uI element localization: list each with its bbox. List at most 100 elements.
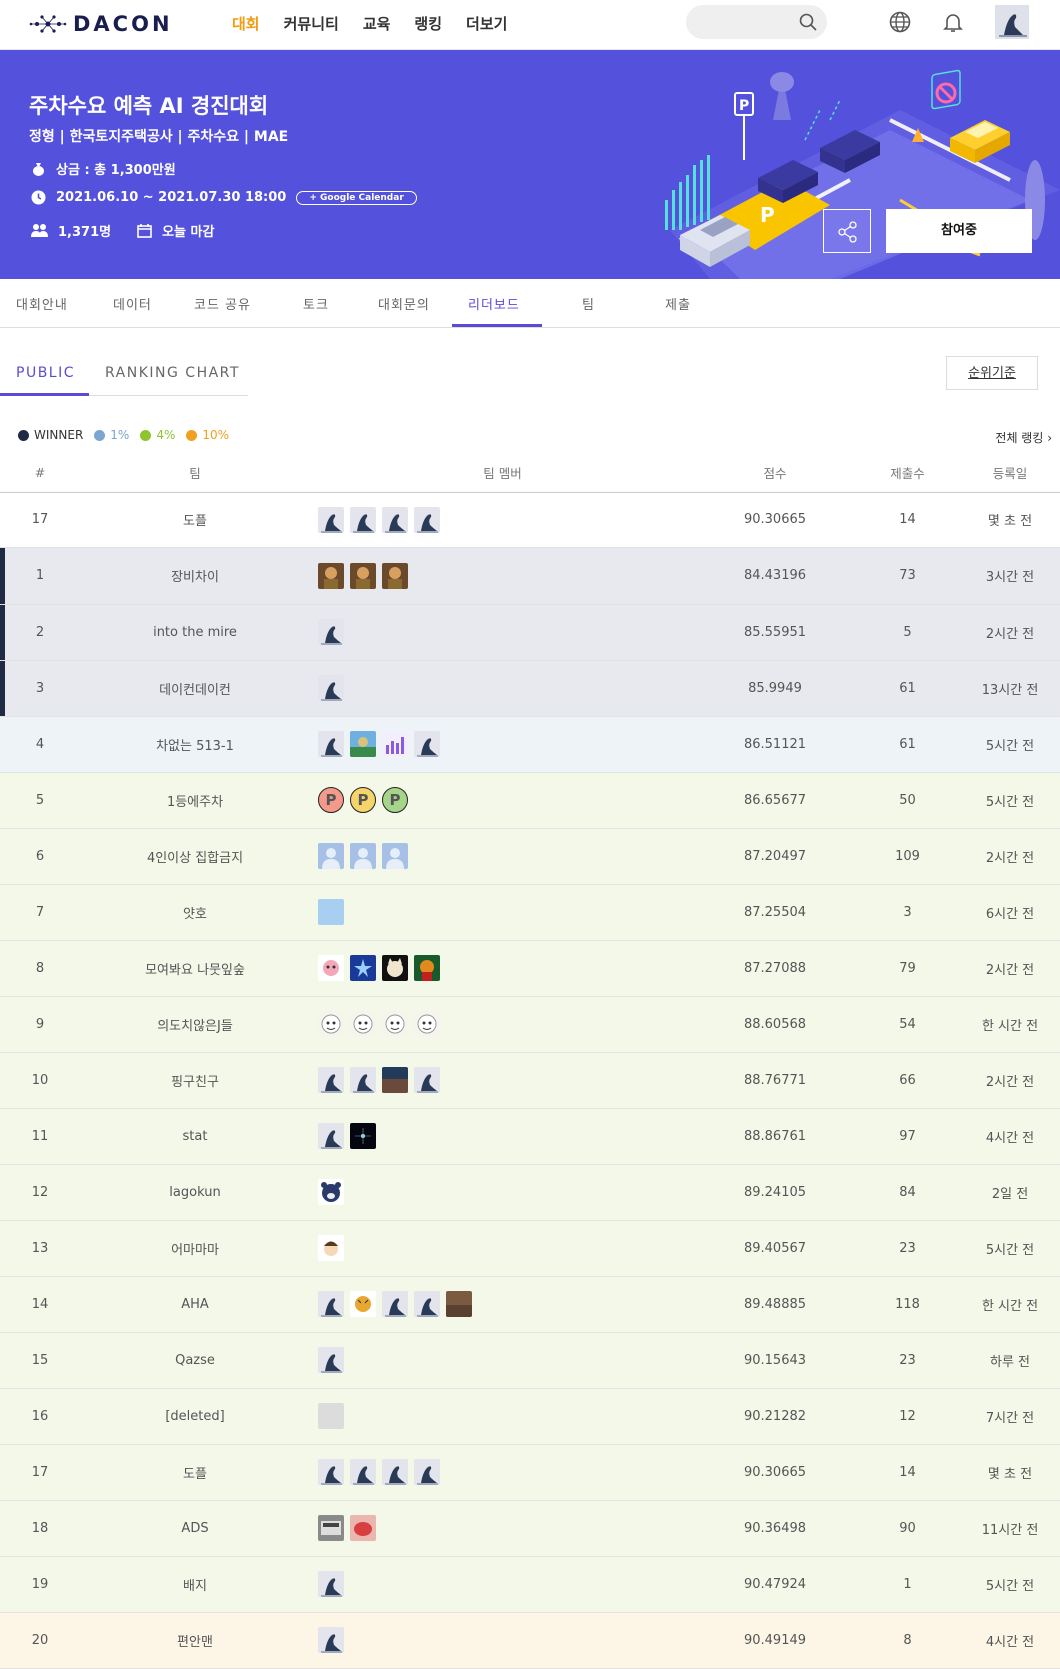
tab-item[interactable]: 팀 xyxy=(582,294,595,313)
member-avatar[interactable] xyxy=(318,843,344,869)
tab-item[interactable]: 데이터 xyxy=(113,294,152,313)
member-avatar[interactable] xyxy=(318,506,344,533)
table-row[interactable]: 16 [deleted] 90.21282 12 7시간 전 xyxy=(0,1388,1060,1445)
nav-menu-item[interactable]: 랭킹 xyxy=(414,13,442,34)
member-avatar[interactable] xyxy=(382,843,408,869)
team-name[interactable]: [deleted] xyxy=(80,1388,310,1445)
team-name[interactable]: 어마마마 xyxy=(80,1220,310,1277)
member-avatar[interactable] xyxy=(318,1571,344,1597)
member-avatar[interactable] xyxy=(318,1067,344,1093)
member-avatar[interactable] xyxy=(318,1291,344,1317)
table-row[interactable]: 14 AHA 89.48885 118 한 시간 전 xyxy=(0,1276,1060,1333)
table-row[interactable]: 13 어마마마 89.40567 23 5시간 전 xyxy=(0,1220,1060,1277)
table-row[interactable]: 2 into the mire 85.55951 5 2시간 전 xyxy=(0,604,1060,661)
share-button[interactable] xyxy=(823,209,871,253)
member-avatar[interactable] xyxy=(382,506,408,533)
member-avatar[interactable] xyxy=(318,955,344,981)
team-name[interactable]: 데이컨데이컨 xyxy=(80,660,310,717)
team-name[interactable]: 장비차이 xyxy=(80,548,310,605)
tab-item[interactable]: 대회안내 xyxy=(16,294,68,313)
tab-item[interactable]: 대회문의 xyxy=(378,294,430,313)
member-avatar[interactable] xyxy=(414,1011,440,1037)
join-button[interactable]: 참여중 xyxy=(886,209,1032,253)
table-row[interactable]: 19 배지 90.47924 1 5시간 전 xyxy=(0,1556,1060,1613)
member-avatar[interactable] xyxy=(318,1627,344,1653)
member-avatar[interactable] xyxy=(382,1291,408,1317)
member-avatar[interactable] xyxy=(318,675,344,701)
subtab-ranking-chart[interactable]: RANKING CHART xyxy=(105,365,240,381)
tab-item[interactable]: 코드 공유 xyxy=(194,294,251,313)
team-name[interactable]: 핑구친구 xyxy=(80,1052,310,1109)
member-avatar[interactable] xyxy=(350,562,376,589)
member-avatar[interactable] xyxy=(414,1067,440,1093)
team-name[interactable]: Qazse xyxy=(80,1332,310,1389)
member-avatar[interactable] xyxy=(382,731,408,757)
team-name[interactable]: stat xyxy=(80,1108,310,1165)
member-avatar[interactable] xyxy=(318,899,344,925)
table-row[interactable]: 7 얏호 87.25504 3 6시간 전 xyxy=(0,884,1060,941)
member-avatar[interactable] xyxy=(318,619,344,645)
table-row[interactable]: 6 4인이상 집합금지 87.20497 109 2시간 전 xyxy=(0,828,1060,885)
team-name[interactable]: lagokun xyxy=(80,1164,310,1221)
nav-menu-item[interactable]: 커뮤니티 xyxy=(284,13,339,34)
nav-menu-item[interactable]: 더보기 xyxy=(466,13,507,34)
team-name[interactable]: 1등에주차 xyxy=(80,772,310,829)
nav-menu-item[interactable]: 대회 xyxy=(232,13,260,34)
member-avatar[interactable] xyxy=(414,955,440,981)
table-row[interactable]: 3 데이컨데이컨 85.9949 61 13시간 전 xyxy=(0,660,1060,717)
member-avatar[interactable] xyxy=(350,1011,376,1037)
user-avatar[interactable] xyxy=(995,5,1029,39)
dacon-logo[interactable]: DACON xyxy=(29,9,173,39)
table-row[interactable]: 15 Qazse 90.15643 23 하루 전 xyxy=(0,1332,1060,1389)
member-avatar[interactable]: P xyxy=(350,787,376,813)
table-row[interactable]: 11 stat 88.86761 97 4시간 전 xyxy=(0,1108,1060,1165)
team-name[interactable]: 모여봐요 나뭇잎숲 xyxy=(80,940,310,997)
search-icon[interactable] xyxy=(799,13,817,31)
team-name[interactable]: ADS xyxy=(80,1500,310,1557)
table-row[interactable]: 1 장비차이 84.43196 73 3시간 전 xyxy=(0,548,1060,605)
member-avatar[interactable] xyxy=(414,731,440,757)
member-avatar[interactable] xyxy=(318,1403,344,1429)
member-avatar[interactable] xyxy=(318,731,344,757)
member-avatar[interactable] xyxy=(350,731,376,757)
tab-item[interactable]: 리더보드 xyxy=(468,294,520,313)
member-avatar[interactable] xyxy=(414,1459,440,1485)
ranking-criteria-button[interactable]: 순위기준 xyxy=(946,356,1038,390)
team-name[interactable]: 얏호 xyxy=(80,884,310,941)
team-name[interactable]: AHA xyxy=(80,1276,310,1333)
table-row[interactable]: 4 차없는 513-1 86.51121 61 5시간 전 xyxy=(0,716,1060,773)
member-avatar[interactable] xyxy=(350,1123,376,1149)
table-row[interactable]: 18 ADS 90.36498 90 11시간 전 xyxy=(0,1500,1060,1557)
member-avatar[interactable] xyxy=(318,562,344,589)
team-name[interactable]: 4인이상 집합금지 xyxy=(80,828,310,885)
member-avatar[interactable] xyxy=(446,1291,472,1317)
team-name[interactable]: 배지 xyxy=(80,1556,310,1613)
member-avatar[interactable]: P xyxy=(318,787,344,813)
member-avatar[interactable]: P xyxy=(382,787,408,813)
member-avatar[interactable] xyxy=(318,1459,344,1485)
member-avatar[interactable] xyxy=(382,562,408,589)
team-name[interactable]: 의도치않은J들 xyxy=(80,996,310,1053)
team-name[interactable]: 도플 xyxy=(80,1444,310,1501)
member-avatar[interactable] xyxy=(318,1347,344,1373)
subtab-public[interactable]: PUBLIC xyxy=(16,365,75,381)
nav-menu-item[interactable]: 교육 xyxy=(363,13,391,34)
table-row[interactable]: 10 핑구친구 88.76771 66 2시간 전 xyxy=(0,1052,1060,1109)
table-row[interactable]: 12 lagokun 89.24105 84 2일 전 xyxy=(0,1164,1060,1221)
team-name[interactable]: 편안맨 xyxy=(80,1612,310,1669)
member-avatar[interactable] xyxy=(350,506,376,533)
my-team-row[interactable]: 17 도플 90.30665 14 몇 초 전 xyxy=(0,492,1060,548)
table-row[interactable]: 8 모여봐요 나뭇잎숲 87.27088 79 2시간 전 xyxy=(0,940,1060,997)
member-avatar[interactable] xyxy=(318,1235,344,1261)
member-avatar[interactable] xyxy=(318,1515,344,1541)
all-ranking-link[interactable]: 전체 랭킹 › xyxy=(995,429,1052,446)
tab-item[interactable]: 제출 xyxy=(665,294,691,313)
member-avatar[interactable] xyxy=(350,843,376,869)
member-avatar[interactable] xyxy=(350,1067,376,1093)
member-avatar[interactable] xyxy=(382,1067,408,1093)
table-row[interactable]: 9 의도치않은J들 88.60568 54 한 시간 전 xyxy=(0,996,1060,1053)
member-avatar[interactable] xyxy=(382,955,408,981)
member-avatar[interactable] xyxy=(318,1123,344,1149)
member-avatar[interactable] xyxy=(414,506,440,533)
tab-item[interactable]: 토크 xyxy=(303,294,329,313)
